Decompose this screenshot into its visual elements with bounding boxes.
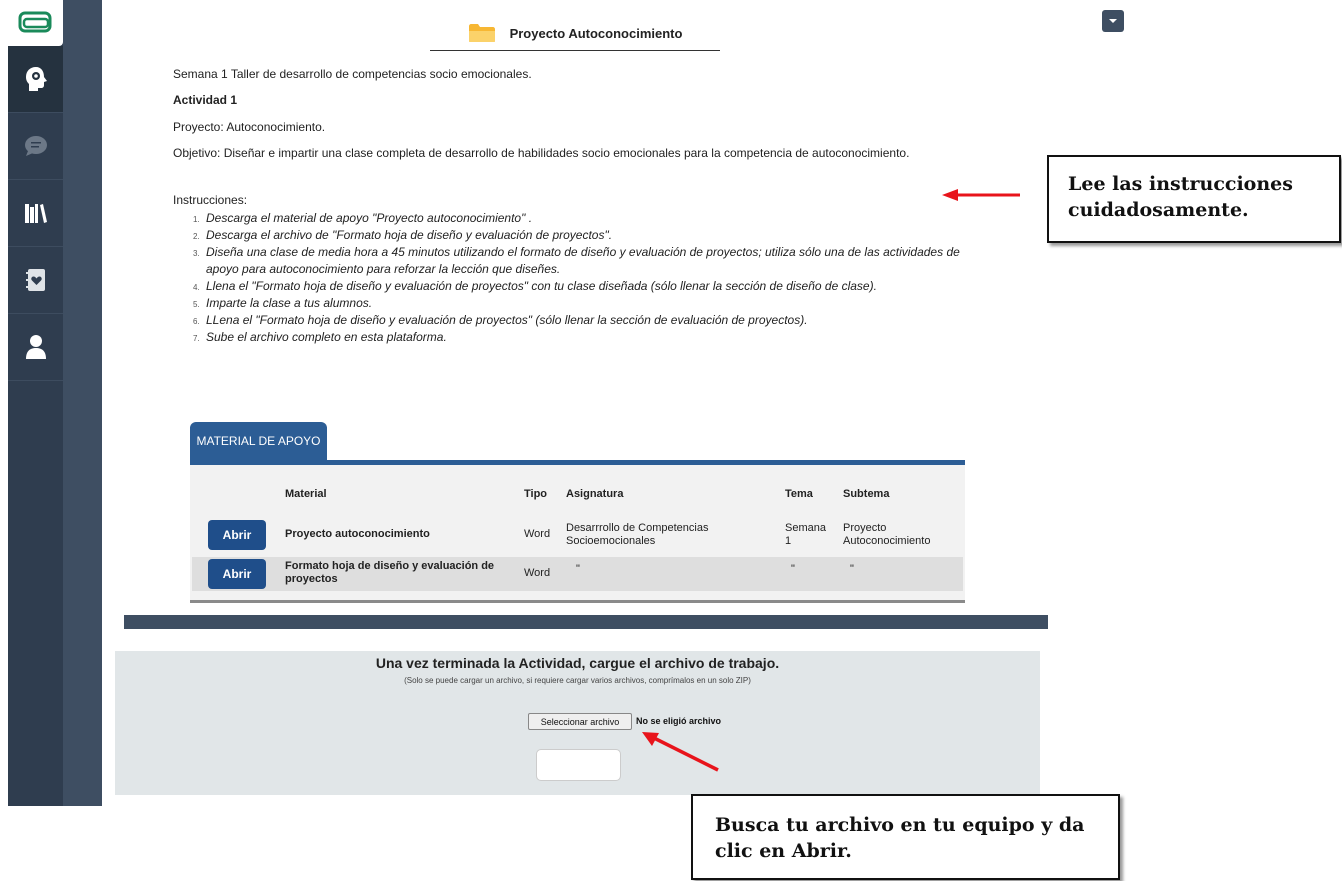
material-subject: " bbox=[576, 563, 580, 575]
tab-material-de-apoyo[interactable]: MATERIAL DE APOYO bbox=[190, 422, 327, 460]
material-type: Word bbox=[524, 528, 551, 540]
instructions-callout: Lee las instrucciones cuidadosamente. bbox=[1047, 155, 1341, 243]
dropdown-button[interactable] bbox=[1102, 10, 1124, 32]
header-tipo: Tipo bbox=[524, 488, 548, 500]
instruction-step: 6. LLena el "Formato hoja de diseño y eva… bbox=[193, 313, 808, 327]
folder-icon bbox=[468, 24, 495, 42]
library-icon bbox=[24, 204, 47, 223]
sidebar-item-library[interactable] bbox=[8, 180, 63, 247]
upload-note: (Solo se puede cargar un archivo, si req… bbox=[404, 676, 751, 685]
page-title: Proyecto Autoconocimiento bbox=[509, 25, 683, 41]
upload-callout: Busca tu archivo en tu equipo y da clic … bbox=[691, 794, 1120, 880]
instruction-step: 4. Llena el "Formato hoja de diseño y eva… bbox=[193, 279, 877, 293]
sidebar bbox=[8, 0, 63, 806]
instruction-step: 2. Descarga el archivo de "Formato hoja d… bbox=[193, 228, 613, 242]
sidebar-stripe bbox=[63, 0, 102, 806]
submit-button[interactable] bbox=[536, 749, 621, 781]
chat-icon bbox=[24, 136, 47, 156]
instruction-step: 3. Diseña una clase de media hora a 45 mi… bbox=[193, 245, 960, 276]
open-button[interactable]: Abrir bbox=[208, 520, 266, 550]
material-topic: Semana 1 bbox=[785, 522, 826, 547]
heart-notebook-icon bbox=[25, 269, 45, 291]
instruction-step: 1. Descarga el material de apoyo "Proyect… bbox=[193, 211, 533, 225]
objective-text: Objetivo: Diseñar e impartir una clase c… bbox=[173, 146, 910, 160]
material-name: Proyecto autoconocimiento bbox=[285, 528, 430, 540]
arrow-left-icon bbox=[942, 189, 1020, 201]
sidebar-item-chat[interactable] bbox=[8, 113, 63, 180]
activity-heading: Actividad 1 bbox=[173, 93, 238, 107]
header-asignatura: Asignatura bbox=[566, 488, 624, 500]
sidebar-item-profile[interactable] bbox=[8, 314, 63, 381]
arrow-up-left-icon bbox=[642, 732, 719, 772]
material-subtopic: Proyecto Autoconocimiento bbox=[843, 522, 931, 547]
section-divider bbox=[124, 615, 1048, 629]
material-type: Word bbox=[524, 567, 551, 579]
instruction-step: 7. Sube el archivo completo en esta plata… bbox=[193, 330, 447, 344]
material-subject: Desarrrollo de Competencias Socioemocion… bbox=[566, 522, 709, 547]
instruction-steps: 1. Descarga el material de apoyo "Proyect… bbox=[193, 210, 973, 346]
sidebar-item-journal[interactable] bbox=[8, 247, 63, 314]
file-status: No se eligió archivo bbox=[636, 716, 722, 726]
page-title-bar: Proyecto Autoconocimiento bbox=[430, 16, 720, 51]
head-gear-icon bbox=[25, 67, 47, 91]
instruction-step: 5. Imparte la clase a tus alumnos. bbox=[193, 296, 373, 310]
upload-title: Una vez terminada la Actividad, cargue e… bbox=[375, 655, 780, 671]
header-material: Material bbox=[285, 488, 327, 500]
choose-file-button[interactable]: Seleccionar archivo bbox=[528, 713, 632, 730]
logo-icon[interactable] bbox=[8, 0, 63, 46]
open-button[interactable]: Abrir bbox=[208, 559, 266, 589]
instructions-label: Instrucciones: bbox=[173, 193, 248, 207]
project-label: Proyecto: Autoconocimiento. bbox=[173, 120, 326, 134]
header-tema: Tema bbox=[785, 488, 813, 500]
material-subtopic: " bbox=[850, 563, 854, 575]
material-topic: " bbox=[791, 563, 795, 575]
material-name: Formato hoja de diseño y evaluación de p… bbox=[285, 560, 495, 585]
header-subtema: Subtema bbox=[843, 488, 890, 500]
week-intro: Semana 1 Taller de desarrollo de compete… bbox=[173, 67, 532, 81]
sidebar-item-socioemotional[interactable] bbox=[8, 46, 63, 113]
user-icon bbox=[25, 335, 46, 359]
caret-down-icon bbox=[1109, 19, 1117, 23]
